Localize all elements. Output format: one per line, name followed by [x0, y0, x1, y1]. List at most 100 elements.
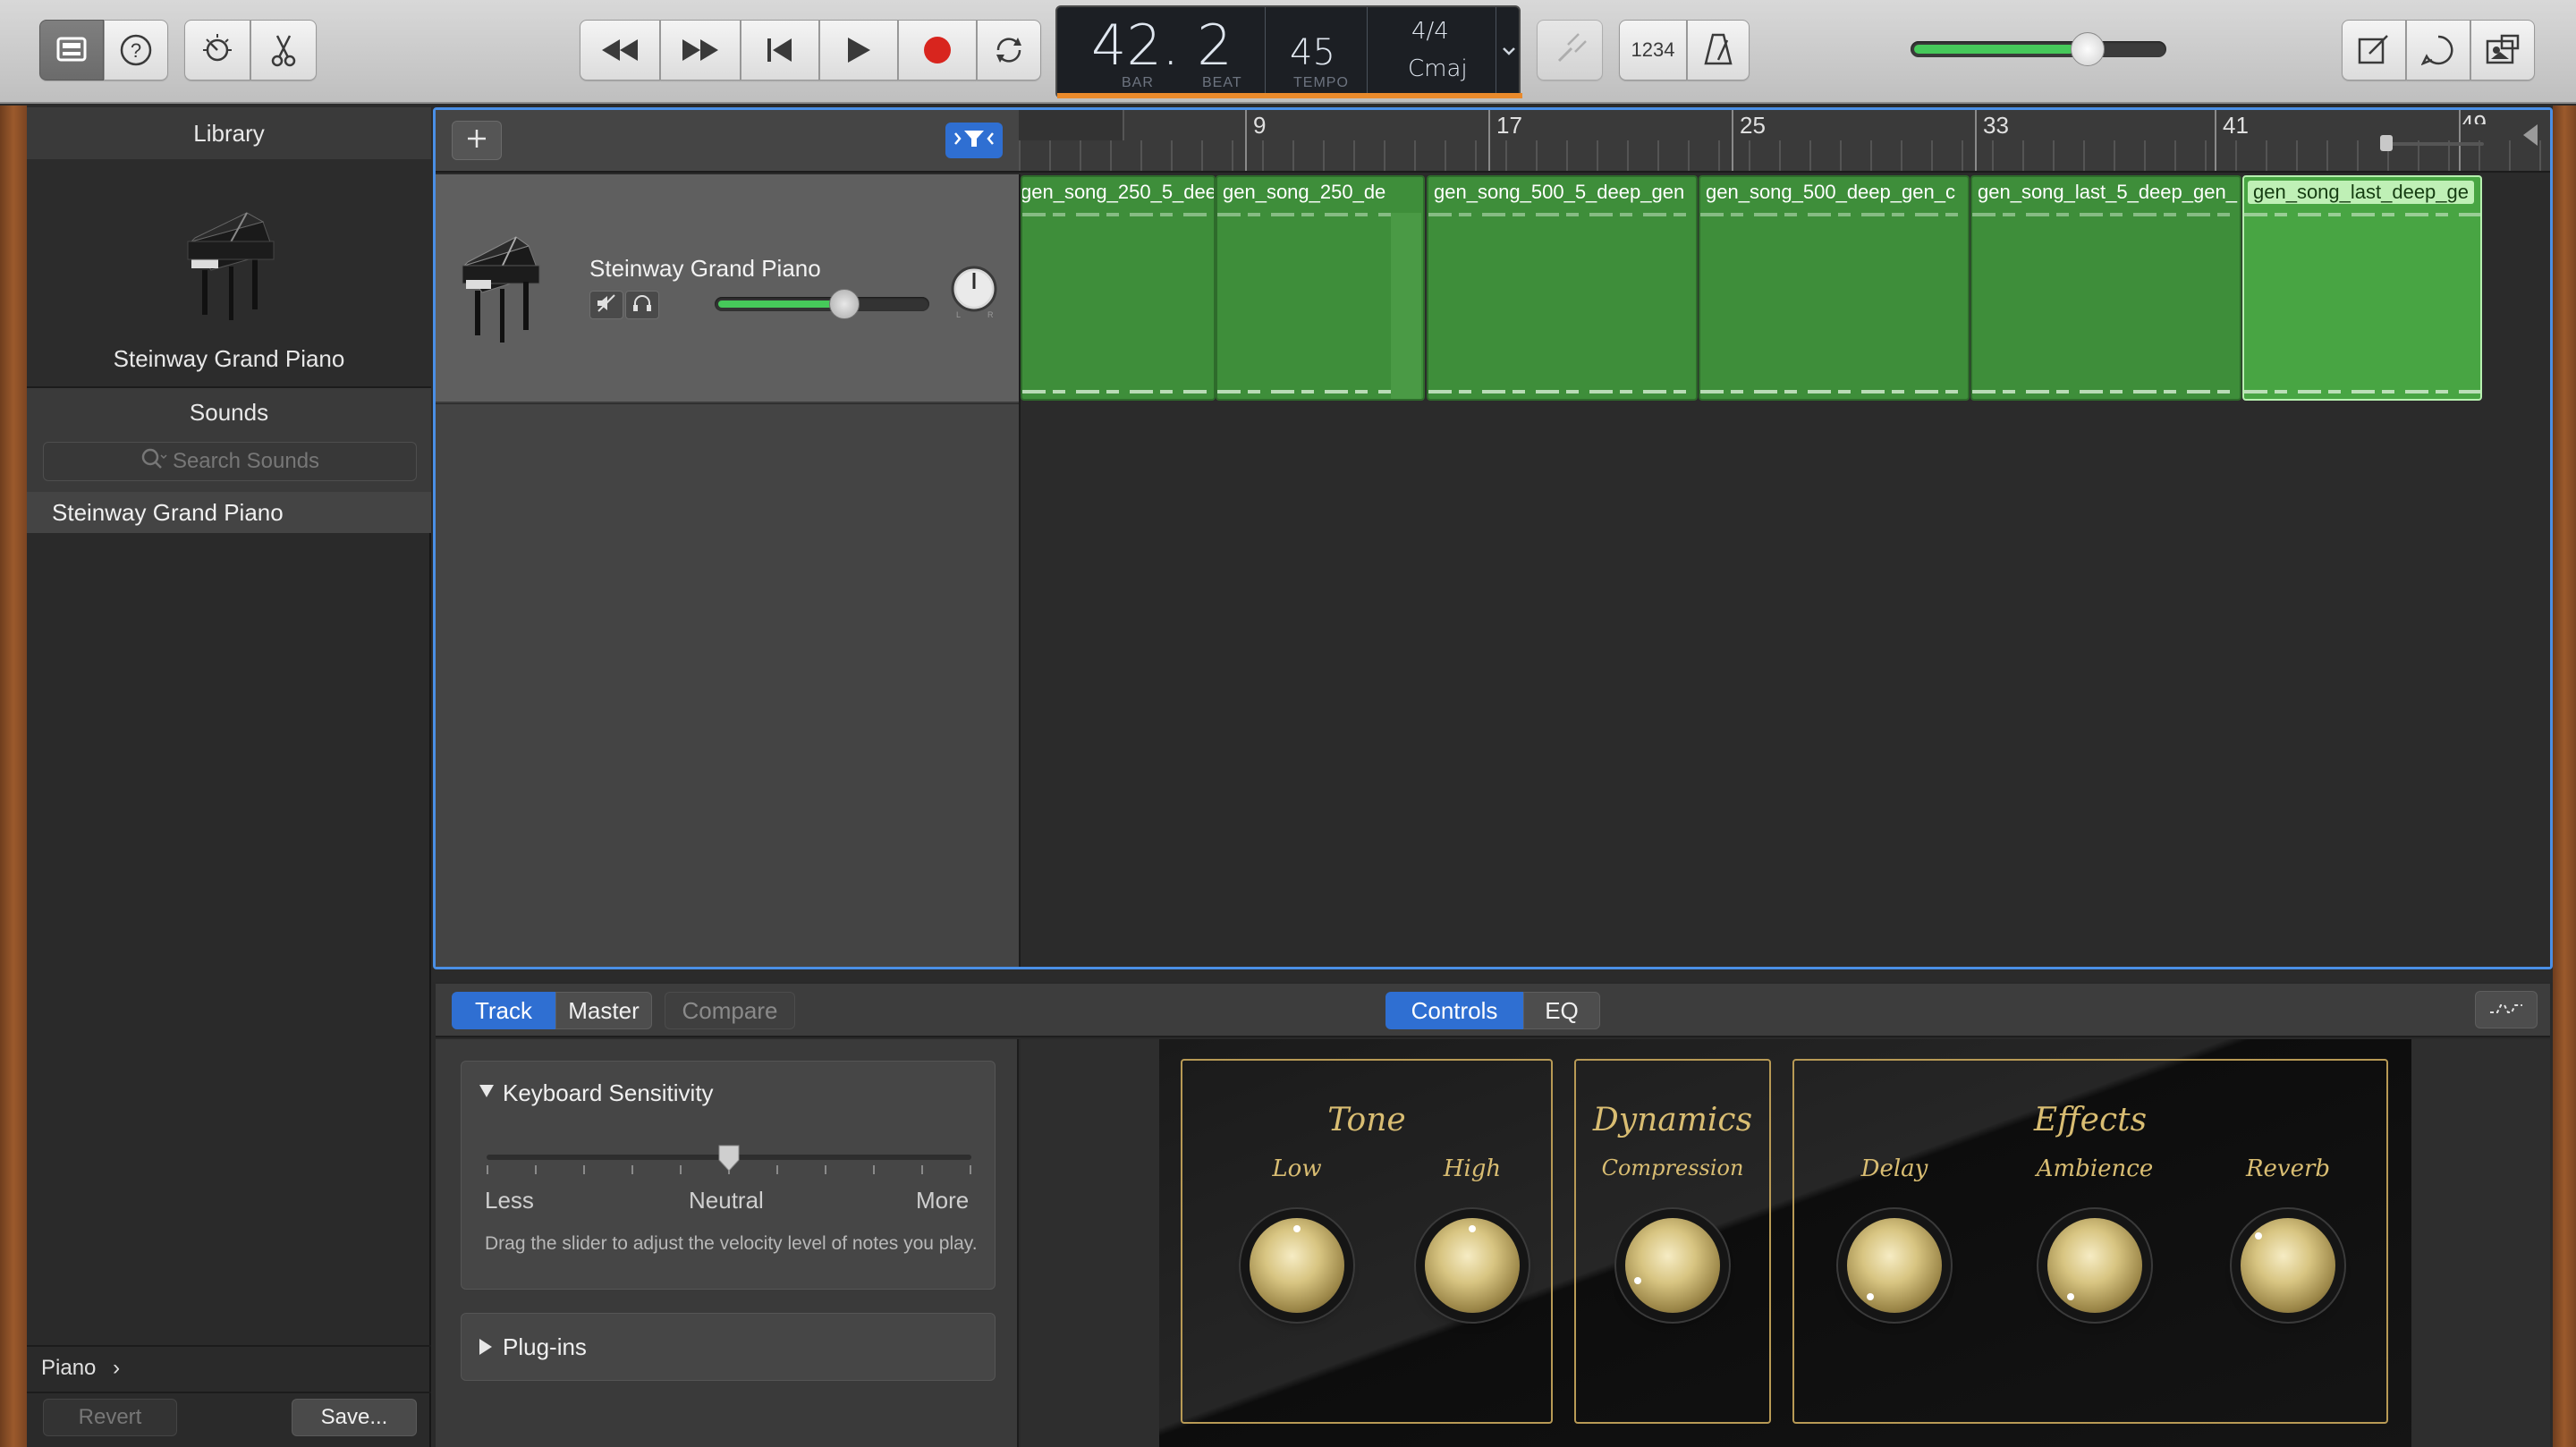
zoom-handle[interactable]	[2380, 135, 2393, 151]
midi-region[interactable]: gen_song_250_5_dee	[1021, 175, 1216, 401]
save-button[interactable]: Save...	[292, 1399, 417, 1436]
track-volume-slider[interactable]	[715, 289, 929, 319]
key-display[interactable]: Cmaj	[1408, 55, 1468, 82]
playhead-marker-icon[interactable]	[2518, 114, 2541, 167]
library-button[interactable]	[39, 20, 104, 80]
reverb-label: Reverb	[2245, 1155, 2331, 1182]
region-name: gen_song_last_deep_ge	[2248, 181, 2475, 204]
record-button[interactable]	[898, 20, 977, 80]
cycle-region-strip[interactable]	[1019, 110, 1124, 140]
fast-forward-button[interactable]	[660, 20, 741, 80]
note-pad-button[interactable]	[2342, 20, 2406, 80]
disclosure-triangle-open-icon[interactable]	[478, 1083, 496, 1104]
midi-region-selected[interactable]: gen_song_last_deep_ge	[2242, 175, 2482, 401]
compare-button[interactable]: Compare	[665, 992, 795, 1029]
catch-filter-icon	[952, 125, 996, 157]
play-button[interactable]	[819, 20, 898, 80]
region-name: gen_song_last_5_deep_gen_	[1978, 181, 2237, 203]
tempo-display[interactable]: 45	[1290, 32, 1335, 73]
media-browser-button[interactable]	[2470, 20, 2535, 80]
region-name: gen_song_250_5_dee	[1021, 181, 1216, 203]
svg-text:?: ?	[131, 39, 141, 62]
master-volume-slider[interactable]	[1911, 32, 2166, 66]
mute-button[interactable]	[589, 291, 623, 319]
reverb-knob[interactable]	[2241, 1218, 2335, 1313]
smart-controls-header: Track Master Compare Controls EQ	[436, 984, 2550, 1037]
media-icon	[2484, 34, 2521, 66]
lcd-display[interactable]: 42. 2 BAR BEAT 45 TEMPO 4/4 Cmaj	[1055, 5, 1522, 98]
keyboard-sensitivity-title: Keyboard Sensitivity	[503, 1079, 714, 1106]
lcd-menu-chevron-icon[interactable]	[1499, 38, 1519, 64]
ambience-label: Ambience	[2036, 1155, 2154, 1182]
track-controls-left-panel: Keyboard Sensitivity Less Neutral More D…	[436, 1039, 1019, 1447]
track-piano-icon	[455, 224, 545, 350]
tuner-button[interactable]	[1537, 20, 1603, 80]
quick-help-button[interactable]: ?	[104, 20, 168, 80]
inspector-button[interactable]	[2475, 991, 2538, 1028]
tab-master[interactable]: Master	[555, 992, 652, 1029]
low-label: Low	[1272, 1155, 1322, 1182]
go-to-beginning-button[interactable]	[741, 20, 819, 80]
plugins-box[interactable]: Plug-ins	[461, 1313, 996, 1381]
search-placeholder: Search Sounds	[172, 449, 320, 473]
add-track-button[interactable]	[452, 121, 502, 160]
timeline-ruler[interactable]: 9 17 25 33 41 49	[1019, 110, 2550, 173]
sounds-title: Sounds	[189, 399, 269, 426]
metronome-button[interactable]	[1687, 20, 1750, 80]
sensitivity-help-text: Drag the slider to adjust the velocity l…	[485, 1233, 978, 1254]
track-name[interactable]: Steinway Grand Piano	[589, 255, 821, 283]
disclosure-triangle-closed-icon[interactable]	[478, 1337, 494, 1361]
midi-region[interactable]: gen_song_last_5_deep_gen_	[1970, 175, 2241, 401]
library-breadcrumb[interactable]: Piano ›	[41, 1356, 120, 1381]
cycle-icon	[991, 34, 1027, 66]
wood-side-left	[0, 106, 27, 1447]
pan-knob[interactable]: LR	[947, 262, 1001, 319]
rewind-button[interactable]	[580, 20, 660, 80]
midi-region[interactable]: gen_song_500_deep_gen_c	[1699, 175, 1970, 401]
ruler-mark: 41	[2223, 112, 2249, 139]
cycle-button[interactable]	[977, 20, 1041, 80]
control-bar: ? 42. 2 BAR BEAT 45 TEMPO 4/4 Cmaj 1234	[0, 0, 2576, 104]
delay-label: Delay	[1860, 1155, 1928, 1182]
sensitivity-handle[interactable]	[717, 1144, 741, 1172]
ruler-mark: 17	[1496, 112, 1522, 139]
compression-label: Compression	[1601, 1155, 1744, 1180]
more-label: More	[916, 1187, 970, 1214]
high-label: High	[1443, 1155, 1502, 1182]
fast-forward-icon	[681, 38, 720, 63]
low-knob[interactable]	[1250, 1218, 1344, 1313]
solo-button[interactable]	[625, 291, 659, 319]
count-in-button[interactable]: 1234	[1619, 20, 1687, 80]
zoom-slider[interactable]	[2380, 130, 2484, 160]
midi-region[interactable]: gen_song_250_de	[1216, 175, 1425, 401]
speaker-mute-icon	[595, 293, 618, 317]
editors-button[interactable]	[250, 20, 317, 80]
smart-tempo-button[interactable]	[945, 123, 1003, 158]
track-volume-handle[interactable]	[828, 289, 860, 319]
high-knob[interactable]	[1425, 1218, 1520, 1313]
time-signature-display[interactable]: 4/4	[1411, 18, 1449, 45]
keyboard-sensitivity-slider[interactable]	[487, 1145, 971, 1178]
effects-title: Effects	[2033, 1102, 2148, 1138]
tab-controls[interactable]: Controls	[1385, 992, 1523, 1029]
compression-knob[interactable]	[1625, 1218, 1720, 1313]
ruler-mark: 33	[1983, 112, 2009, 139]
tab-track[interactable]: Track	[452, 992, 555, 1029]
search-icon	[140, 447, 167, 477]
search-sounds-field[interactable]: Search Sounds	[43, 442, 417, 481]
track-list-empty-area[interactable]	[436, 404, 1019, 967]
tab-eq[interactable]: EQ	[1523, 992, 1600, 1029]
track-header[interactable]: Steinway Grand Piano LR	[436, 174, 1019, 403]
loop-browser-button[interactable]	[2406, 20, 2470, 80]
revert-button[interactable]: Revert	[43, 1399, 177, 1436]
sound-list-item[interactable]: Steinway Grand Piano	[27, 492, 431, 533]
midi-region[interactable]: gen_song_500_5_deep_gen	[1427, 175, 1698, 401]
wave-icon	[2488, 996, 2524, 1024]
delay-knob[interactable]	[1847, 1218, 1942, 1313]
play-icon	[845, 36, 872, 64]
ambience-knob[interactable]	[2047, 1218, 2142, 1313]
smart-controls-button[interactable]	[184, 20, 250, 80]
library-panel: Library Steinway Grand Piano Sounds Sear…	[27, 107, 431, 1447]
master-volume-handle[interactable]	[2070, 32, 2105, 66]
plus-icon	[465, 127, 488, 155]
